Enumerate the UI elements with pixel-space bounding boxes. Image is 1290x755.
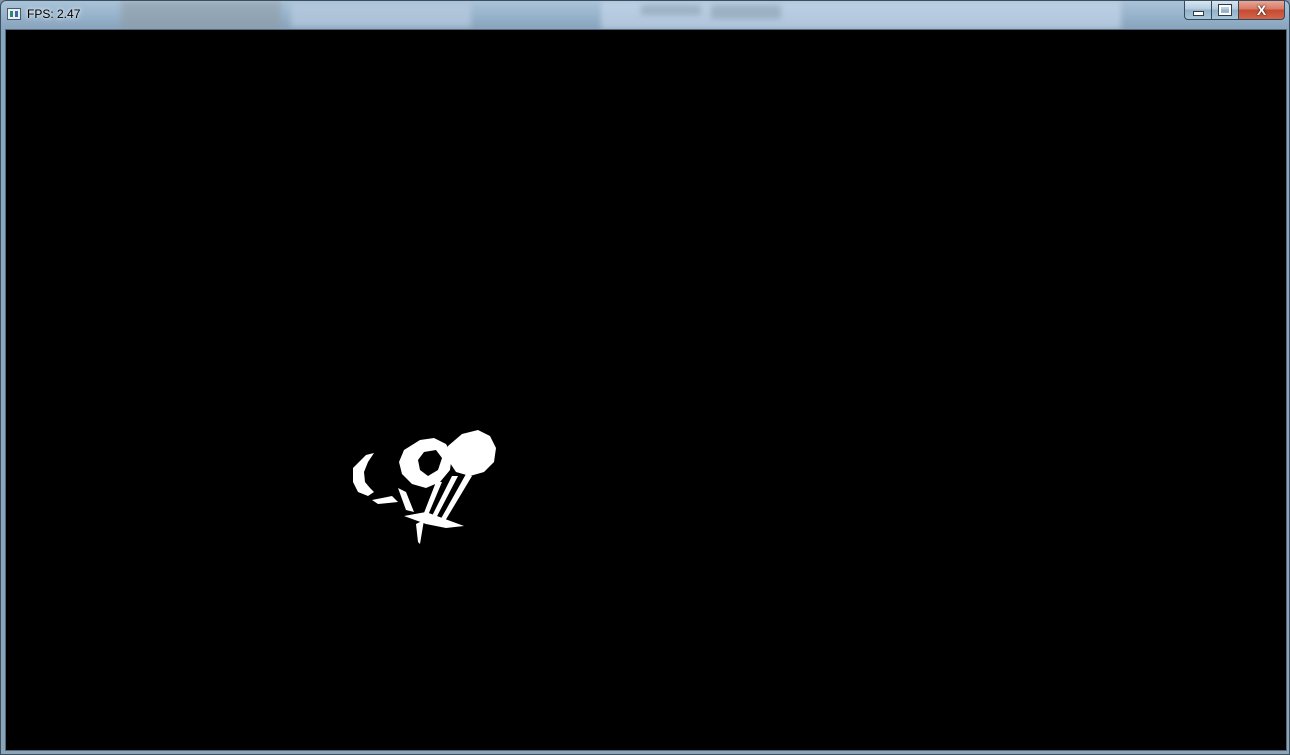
maximize-button[interactable] [1211, 1, 1238, 20]
close-button[interactable]: X [1238, 1, 1285, 20]
window-title: FPS: 2.47 [27, 7, 81, 21]
title-bar[interactable]: FPS: 2.47 X [1, 1, 1290, 29]
app-window: FPS: 2.47 X [0, 0, 1290, 755]
scene-background [6, 30, 1286, 750]
window-controls: X [1184, 1, 1285, 20]
maximize-icon [1218, 4, 1232, 16]
minimize-button[interactable] [1184, 1, 1211, 20]
render-viewport[interactable] [5, 29, 1287, 751]
rendered-scene [6, 30, 1286, 750]
minimize-icon [1192, 10, 1204, 16]
app-window-icon[interactable] [7, 8, 21, 20]
close-icon: X [1256, 2, 1267, 18]
